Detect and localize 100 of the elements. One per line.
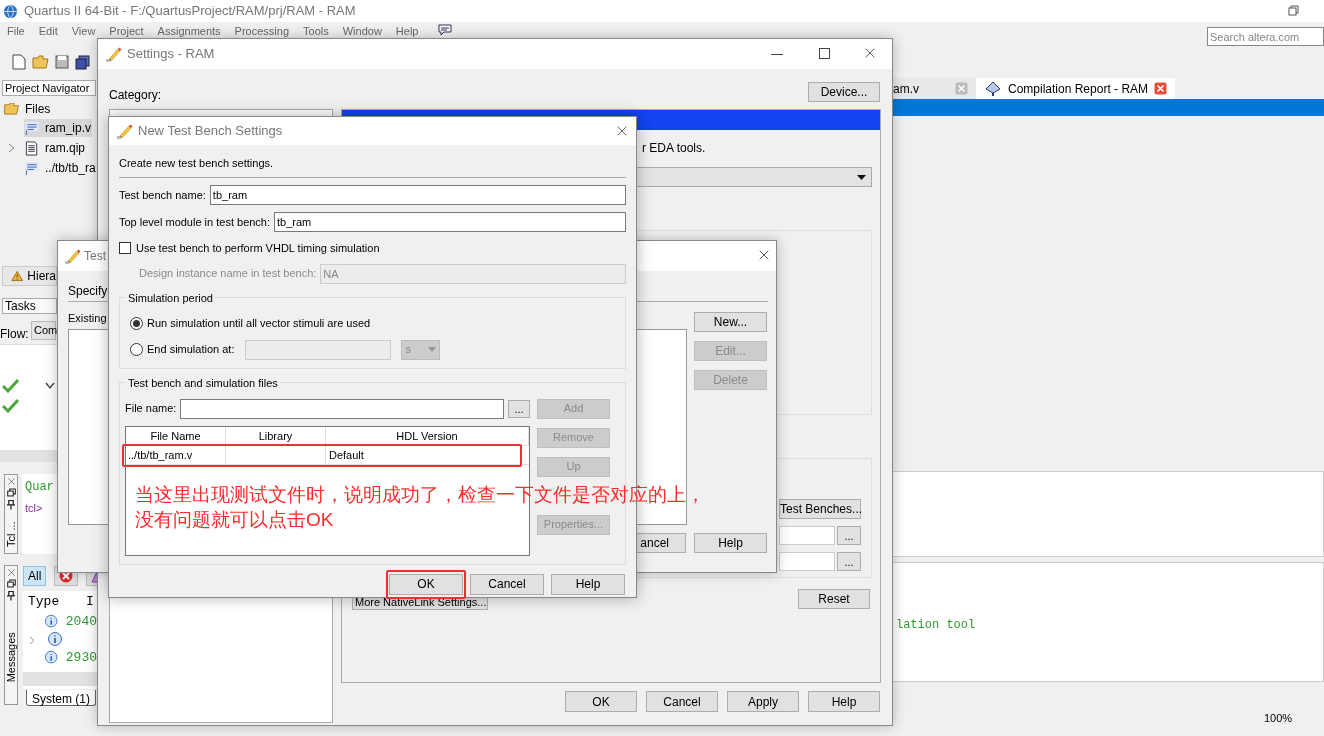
menu-item[interactable]: Assignments — [157, 24, 221, 38]
console-line: tcl> — [25, 501, 44, 516]
hierarchy-tab[interactable]: Hiera — [2, 266, 57, 286]
save-all-icon[interactable] — [75, 54, 90, 70]
menu-item[interactable]: View — [71, 24, 96, 38]
browse-button[interactable]: ... — [508, 399, 530, 418]
checkbox-label: Use test bench to perform VHDL timing simulation — [136, 241, 380, 256]
comment-icon[interactable] — [438, 24, 452, 36]
tree-item[interactable]: ram.qip — [24, 139, 86, 157]
dialog-button[interactable]: Help — [551, 573, 625, 595]
flow-label: Flow: — [0, 326, 29, 343]
dialog-button[interactable]: Help — [808, 691, 880, 712]
dropdown-arrow-icon — [428, 347, 437, 352]
console-line: Quar — [25, 479, 55, 496]
pin-icon[interactable] — [7, 590, 15, 601]
input-field[interactable]: tb_ram — [274, 212, 626, 232]
table-cell-text: Default — [328, 447, 365, 463]
browse-button[interactable]: ... — [837, 552, 861, 571]
tasks-selector[interactable]: Tasks — [2, 298, 57, 314]
restore-icon[interactable] — [1288, 5, 1299, 16]
dialog-title: Settings - RAM — [127, 45, 215, 64]
pencil-icon — [117, 123, 133, 139]
column-header: HDL Version — [326, 426, 529, 445]
navigator-selector[interactable]: Project Navigator — [2, 80, 96, 96]
folder-icon[interactable] — [32, 55, 49, 69]
dialog-button[interactable]: Cancel — [470, 573, 544, 595]
description-text: r EDA tools. — [642, 140, 706, 157]
pin-icon[interactable] — [7, 499, 15, 510]
column-header: File Name — [126, 426, 226, 445]
editor-tab[interactable]: Compilation Report - RAM — [976, 78, 1176, 99]
close-icon[interactable] — [616, 125, 628, 137]
group-title: Simulation period — [126, 291, 215, 304]
help-button[interactable]: Help — [694, 533, 767, 553]
menu-item[interactable]: Edit — [38, 24, 58, 38]
folder-label[interactable]: Files — [25, 100, 51, 118]
close-icon[interactable] — [758, 249, 770, 261]
chevron-down-icon[interactable] — [45, 382, 55, 390]
globe-icon — [3, 3, 18, 19]
maximize-icon[interactable] — [819, 48, 830, 59]
dialog-button[interactable]: Cancel — [646, 691, 718, 712]
message-id: 2040 — [65, 613, 97, 632]
radio-label: End simulation at: — [147, 342, 235, 358]
input-field[interactable]: tb_ram — [209, 185, 626, 205]
column-header: I — [85, 593, 94, 612]
report-icon — [984, 80, 1002, 97]
group-title: Test bench and simulation files — [126, 376, 280, 389]
close-icon[interactable] — [864, 47, 876, 59]
restore-icon[interactable] — [6, 579, 16, 588]
warning-icon — [11, 269, 24, 283]
dialog-button[interactable]: Apply — [727, 691, 799, 712]
test-benches-button[interactable]: Test Benches... — [779, 499, 861, 519]
browse-button[interactable]: ... — [837, 526, 861, 545]
verilog-file-icon — [25, 160, 39, 176]
reset-button[interactable]: Reset — [798, 589, 870, 609]
radio-button[interactable] — [130, 317, 143, 330]
column-header: Library — [226, 426, 326, 445]
radio-button[interactable] — [130, 343, 143, 356]
messages-tab[interactable]: System (1) — [26, 690, 96, 706]
dropdown-arrow-icon[interactable] — [857, 175, 866, 180]
annotation-text: 没有问题就可以点击OK — [135, 508, 334, 532]
search-field[interactable]: Search altera.com — [1207, 27, 1324, 46]
field-label: Top level module in test bench: — [119, 214, 271, 230]
menu-item[interactable]: File — [7, 24, 25, 38]
input-field[interactable] — [779, 526, 835, 545]
input-field[interactable] — [779, 552, 835, 571]
menu-item[interactable]: Tools — [303, 24, 329, 38]
close-icon[interactable] — [1154, 82, 1168, 95]
checkbox[interactable] — [119, 242, 131, 255]
time-field[interactable] — [245, 339, 392, 360]
pencil-icon — [65, 248, 81, 264]
chevron-right-icon[interactable] — [29, 635, 35, 645]
input-field[interactable] — [180, 398, 504, 419]
pencil-icon — [106, 46, 122, 62]
filter-button[interactable]: All — [23, 566, 47, 586]
field-label: Test bench name: — [119, 187, 206, 203]
editor-tab[interactable]: am.v — [893, 78, 976, 99]
device-button[interactable]: Device... — [808, 82, 880, 102]
column-header: Type — [27, 593, 61, 612]
side-button[interactable]: New... — [694, 312, 767, 332]
dialog-button[interactable]: OK — [565, 691, 637, 712]
footer-button[interactable]: ancel — [636, 533, 686, 553]
menu-item[interactable]: Help — [395, 24, 419, 38]
menu-item[interactable]: Project — [109, 24, 144, 38]
restore-icon[interactable] — [6, 488, 16, 497]
field-label: File name: — [125, 401, 177, 417]
intro-text: Specify — [68, 283, 108, 300]
menu-item[interactable]: Window — [342, 24, 382, 38]
tree-item[interactable]: ram_ip.v — [24, 119, 92, 137]
window-title: Quartus II 64-Bit - F:/QuartusProject/RAM/prj/RAM - RAM — [24, 2, 356, 21]
info-icon — [47, 632, 63, 648]
save-icon[interactable] — [55, 55, 69, 69]
new-file-icon[interactable] — [12, 54, 26, 70]
panel-title: Messages — [3, 632, 18, 683]
flow-selector[interactable]: Com — [31, 321, 56, 340]
dialog-button[interactable]: OK — [389, 573, 463, 595]
folder-icon[interactable] — [4, 103, 20, 115]
chevron-right-icon[interactable] — [8, 143, 16, 153]
radio-label: Run simulation until all vector stimuli are used — [147, 316, 371, 332]
tree-item[interactable]: ../tb/tb_ra — [24, 159, 97, 177]
menu-item[interactable]: Processing — [234, 24, 289, 38]
